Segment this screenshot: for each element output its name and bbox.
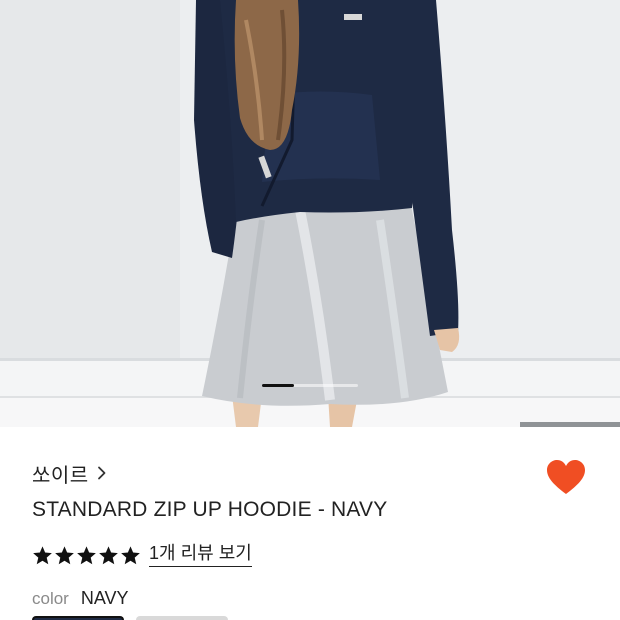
star-icon [55,545,74,564]
color-swatch-selected[interactable] [32,616,124,620]
color-label: color [32,589,69,608]
product-title: STANDARD ZIP UP HOODIE - NAVY [32,498,388,521]
product-photo-illustration [0,0,620,427]
color-value: NAVY [80,588,129,608]
carousel-indicator-active [262,384,294,387]
star-icon [33,545,52,564]
color-swatch[interactable] [136,616,228,620]
rating-row: 1개 리뷰 보기 [32,542,252,568]
review-link[interactable]: 1개 리뷰 보기 [149,543,252,567]
product-image[interactable] [0,0,620,427]
star-icon [121,545,140,564]
rating-stars [32,545,141,566]
carousel-indicator[interactable] [262,384,358,387]
star-icon [99,545,118,564]
brand-name: 쏘이르 [32,464,89,487]
color-row: color NAVY [32,588,129,609]
color-swatches [32,616,228,620]
brand-link[interactable]: 쏘이르 [32,460,107,487]
chevron-right-icon [97,466,106,480]
heart-icon[interactable] [546,459,586,497]
star-icon [77,545,96,564]
